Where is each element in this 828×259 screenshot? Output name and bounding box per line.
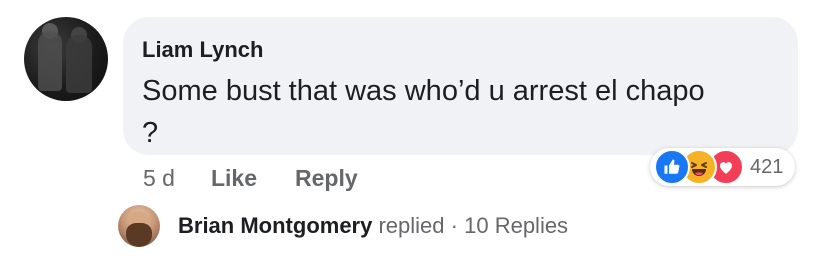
- comment-timestamp[interactable]: 5 d: [143, 165, 175, 192]
- separator-dot: ·: [450, 213, 458, 238]
- like-button[interactable]: Like: [211, 165, 257, 192]
- reply-button[interactable]: Reply: [295, 165, 358, 192]
- comment-actions: 5 d Like Reply: [143, 162, 396, 194]
- comment-author[interactable]: Liam Lynch: [142, 37, 263, 63]
- avatar-figure: [38, 31, 62, 91]
- comment-text-line: Some bust that was who’d u arrest el cha…: [142, 75, 705, 107]
- reactions-summary[interactable]: 421: [650, 148, 795, 186]
- avatar-figure: [66, 35, 92, 93]
- comment-text: Some bust that was who’d u arrest el cha…: [142, 70, 782, 154]
- reply-author-avatar[interactable]: [118, 205, 160, 247]
- reply-verb: replied: [378, 213, 445, 238]
- reaction-count: 421: [750, 155, 784, 178]
- avatar-beard: [126, 223, 152, 247]
- replies-count[interactable]: 10 Replies: [464, 213, 568, 238]
- replies-preview[interactable]: Brian Montgomery replied · 10 Replies: [118, 205, 568, 247]
- replies-summary[interactable]: Brian Montgomery replied · 10 Replies: [178, 213, 568, 239]
- like-icon: [654, 149, 690, 185]
- commenter-avatar[interactable]: [24, 17, 108, 101]
- reply-author-name[interactable]: Brian Montgomery: [178, 213, 372, 238]
